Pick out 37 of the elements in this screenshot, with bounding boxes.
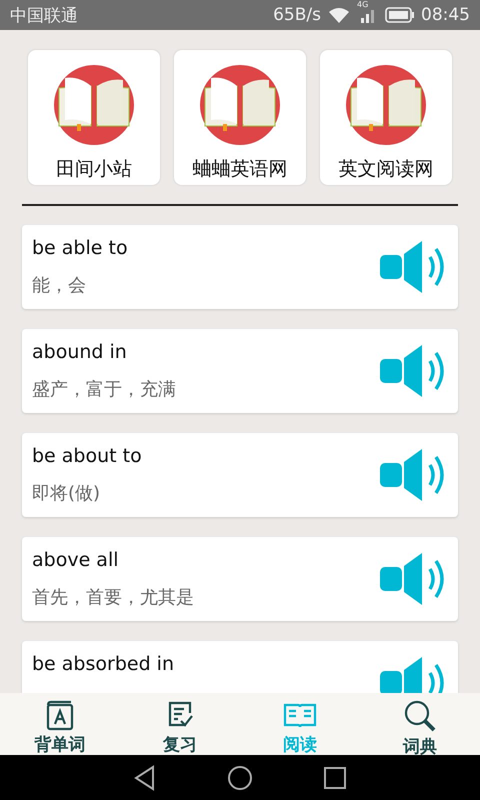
nav-tab[interactable]: 复习 — [120, 693, 240, 755]
book-icon — [199, 64, 281, 146]
word-text: be able to — [32, 237, 129, 259]
word-card[interactable]: be absorbed in — [22, 641, 458, 693]
site-card[interactable]: 英文阅读网 — [320, 50, 452, 185]
wifi-icon — [327, 6, 351, 24]
word-text: above all — [32, 549, 120, 571]
home-icon[interactable] — [227, 764, 253, 790]
flashcard-icon — [44, 699, 76, 731]
word-text: be about to — [32, 445, 143, 467]
nav-tab[interactable]: 背单词 — [0, 693, 120, 755]
word-meaning: 首先，首要，尤其是 — [32, 586, 195, 609]
word-card[interactable]: above all 首先，首要，尤其是 — [22, 537, 458, 621]
book-icon — [53, 64, 135, 146]
word-card[interactable]: be able to 能，会 — [22, 225, 458, 309]
site-label: 田间小站 — [56, 157, 132, 182]
word-meaning: 即将(做) — [32, 482, 102, 505]
site-card[interactable]: 蛐蛐英语网 — [174, 50, 306, 185]
word-card[interactable]: abound in 盛产，富于，充满 — [22, 329, 458, 413]
site-label: 蛐蛐英语网 — [192, 157, 288, 182]
recents-icon[interactable] — [323, 766, 347, 790]
clock-time: 08:45 — [421, 5, 470, 25]
battery-icon — [385, 7, 415, 23]
search-icon — [403, 699, 437, 733]
back-icon[interactable] — [133, 764, 157, 790]
word-card[interactable]: be about to 即将(做) — [22, 433, 458, 517]
network-speed: 65B/s — [273, 5, 321, 25]
site-label: 英文阅读网 — [338, 157, 434, 182]
network-type: 4G — [357, 0, 368, 9]
word-text: abound in — [32, 341, 128, 363]
word-meaning: 盛产，富于，充满 — [32, 378, 177, 401]
book-icon — [345, 64, 427, 146]
nav-tab[interactable]: 词典 — [360, 693, 480, 755]
carrier-name: 中国联通 — [10, 4, 78, 26]
word-text: be absorbed in — [32, 653, 175, 675]
site-card[interactable]: 田间小站 — [28, 50, 160, 185]
word-meaning: 能，会 — [32, 274, 87, 297]
